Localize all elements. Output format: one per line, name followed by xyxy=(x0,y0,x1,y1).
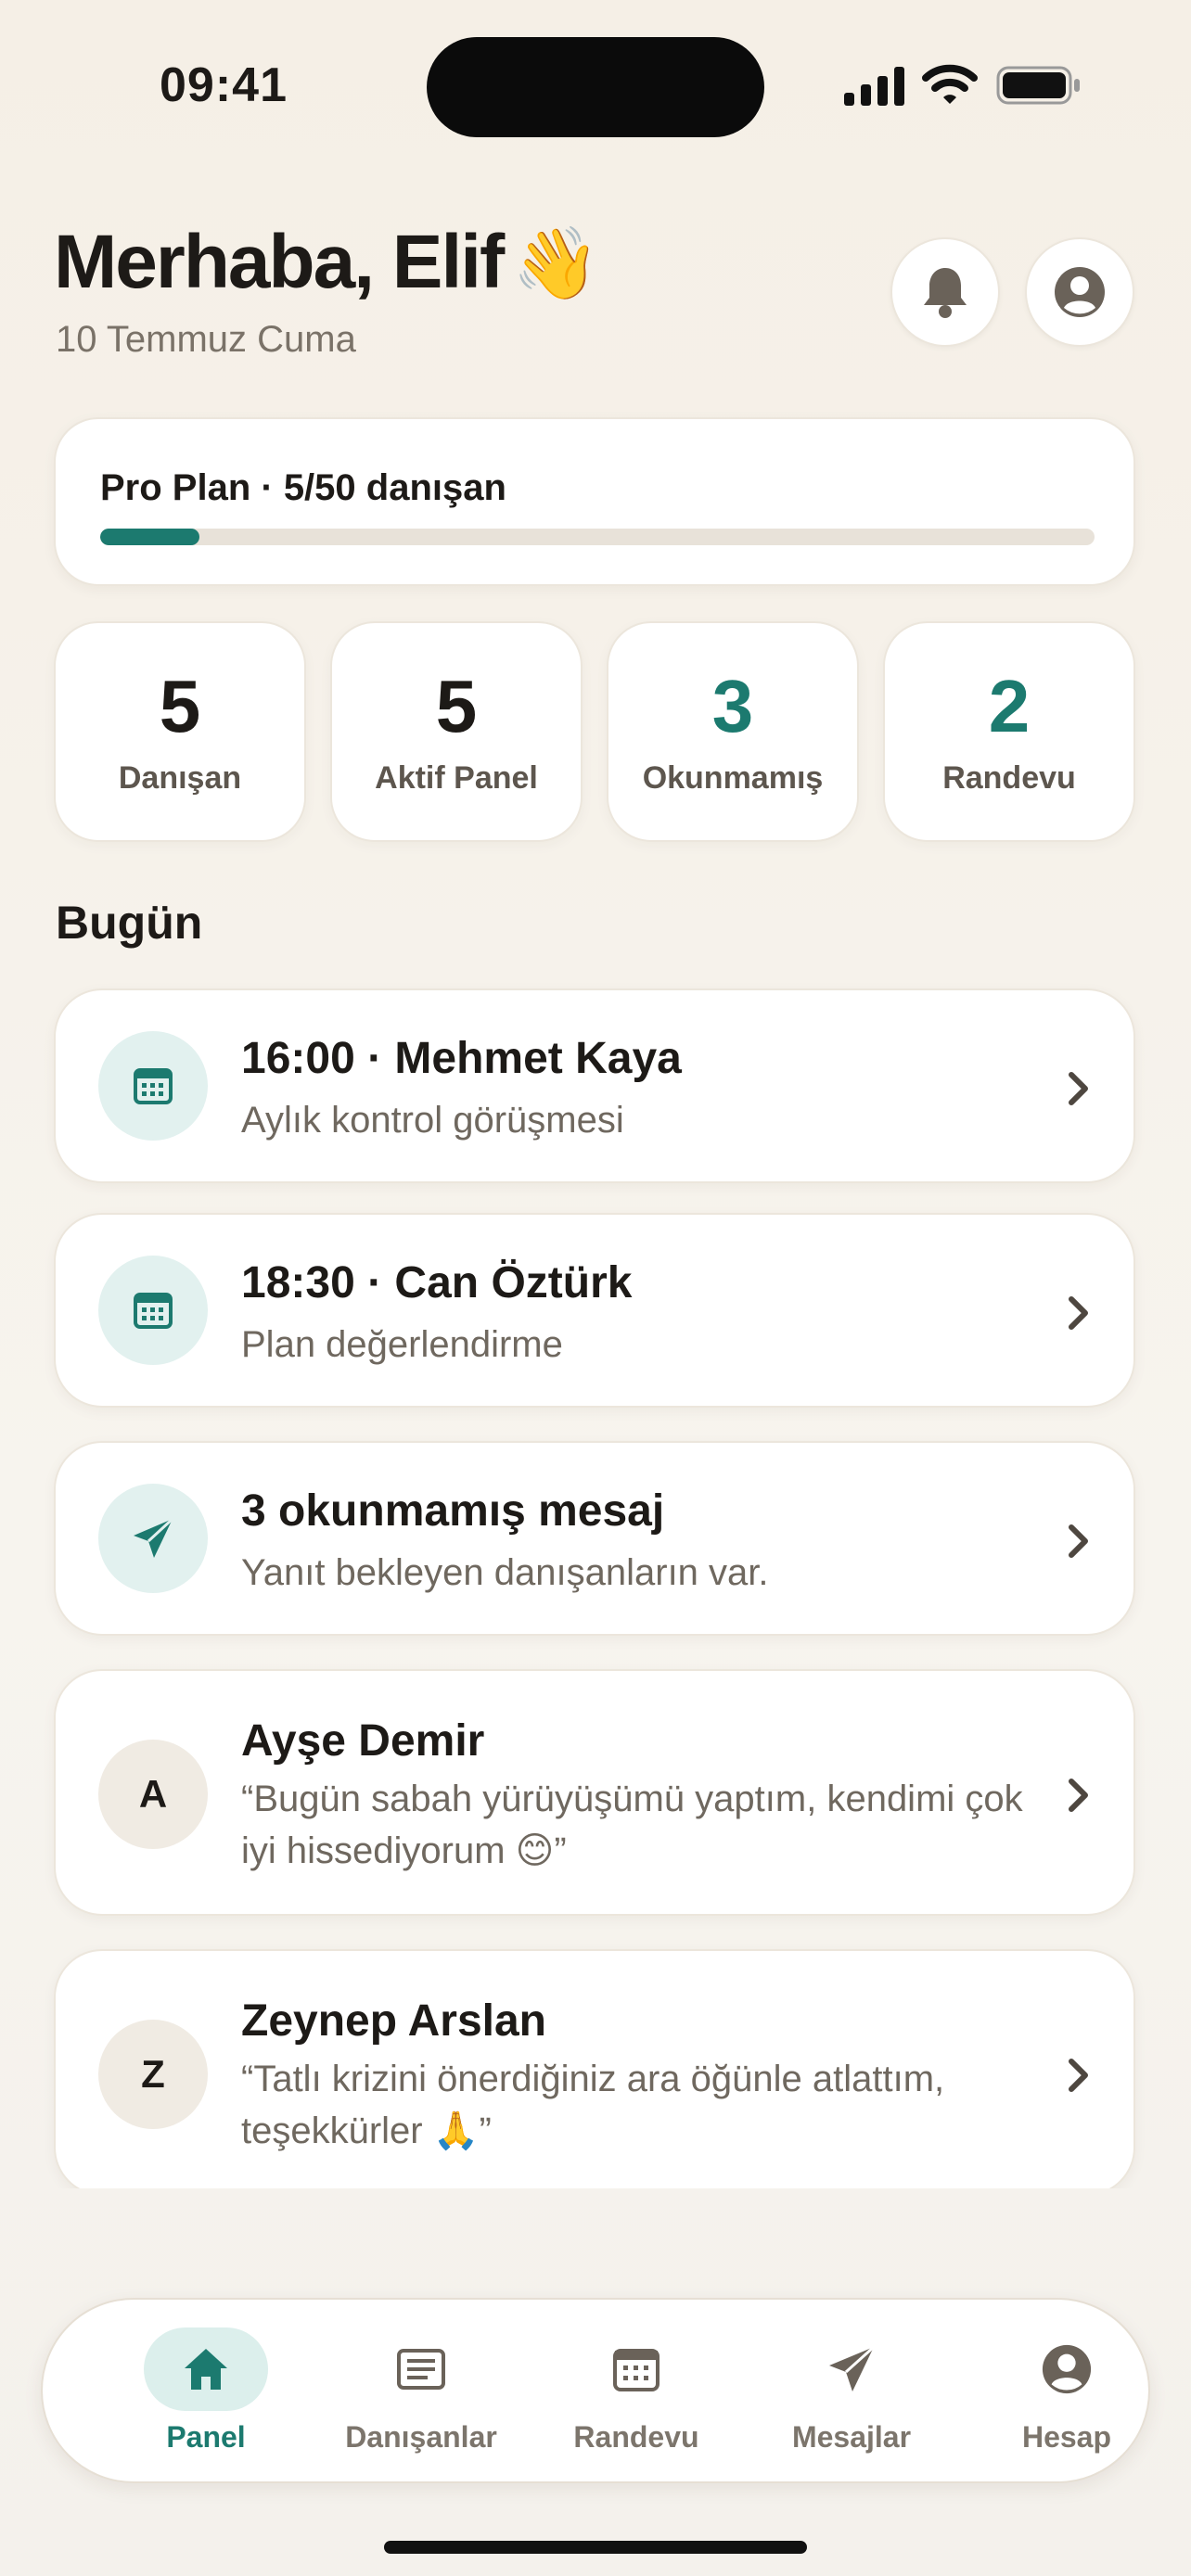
send-icon xyxy=(829,2345,876,2391)
item-subtitle: Yanıt bekleyen danışanların var. xyxy=(241,1552,769,1593)
tab-panel[interactable]: Panel xyxy=(113,2320,299,2468)
today-list: 16:00 · Mehmet Kaya Aylık kontrol görüşm… xyxy=(0,0,1191,2188)
tab-icon-highlight xyxy=(144,2327,268,2411)
item-title: 16:00 · Mehmet Kaya xyxy=(241,1034,682,1083)
tab-messages[interactable]: Mesajlar xyxy=(759,2320,944,2468)
item-title: 3 okunmamış mesaj xyxy=(241,1486,665,1536)
list-item-client-message[interactable]: A Ayşe Demir “Bugün sabah yürüyüşümü yap… xyxy=(54,1669,1135,1916)
calendar-icon xyxy=(613,2349,660,2391)
avatar: Z xyxy=(98,2020,208,2129)
list-item-unread-messages[interactable]: 3 okunmamış mesaj Yanıt bekleyen danışan… xyxy=(54,1441,1135,1636)
calendar-icon xyxy=(98,1256,208,1365)
calendar-icon xyxy=(98,1031,208,1141)
tab-appointments[interactable]: Randevu xyxy=(544,2320,729,2468)
chevron-right-icon xyxy=(1069,2059,1088,2092)
tab-label: Hesap xyxy=(1021,2420,1112,2454)
item-subtitle: “Tatlı krizini önerdiğiniz ara öğünle at… xyxy=(241,2059,945,2151)
list-item-appointment[interactable]: 18:30 · Can Öztürk Plan değerlendirme xyxy=(54,1213,1135,1408)
item-subtitle: “Bugün sabah yürüyüşümü yaptım, kendimi … xyxy=(241,1779,1023,1871)
tab-label: Panel xyxy=(166,2420,246,2454)
tab-bar: Panel Danışanlar Randevu Mesajlar Hesap xyxy=(41,2298,1150,2483)
chevron-right-icon xyxy=(1069,1072,1088,1105)
list-icon xyxy=(397,2349,445,2390)
tab-label: Randevu xyxy=(573,2420,699,2454)
chevron-right-icon xyxy=(1069,1779,1088,1812)
list-item-appointment[interactable]: 16:00 · Mehmet Kaya Aylık kontrol görüşm… xyxy=(54,988,1135,1183)
item-title: Ayşe Demir xyxy=(241,1716,485,1766)
item-title: 18:30 · Can Öztürk xyxy=(241,1258,633,1307)
item-subtitle: Aylık kontrol görüşmesi xyxy=(241,1100,624,1141)
tab-label: Mesajlar xyxy=(791,2420,912,2454)
home-icon xyxy=(185,2349,227,2390)
chevron-right-icon xyxy=(1069,1524,1088,1558)
account-icon xyxy=(1042,2344,1092,2394)
screen: 09:41 Merhaba, Elif 👋 10 Temmuz Cuma Pro… xyxy=(0,0,1191,2576)
item-title: Zeynep Arslan xyxy=(241,1996,546,2046)
tab-account[interactable]: Hesap xyxy=(974,2320,1159,2468)
list-item-client-message[interactable]: Z Zeynep Arslan “Tatlı krizini önerdiğin… xyxy=(54,1949,1135,2188)
home-indicator[interactable] xyxy=(384,2541,807,2554)
tab-clients[interactable]: Danışanlar xyxy=(328,2320,514,2468)
send-icon xyxy=(98,1484,208,1593)
tab-label: Danışanlar xyxy=(345,2420,497,2454)
chevron-right-icon xyxy=(1069,1296,1088,1330)
avatar: A xyxy=(98,1740,208,1849)
item-subtitle: Plan değerlendirme xyxy=(241,1324,563,1365)
